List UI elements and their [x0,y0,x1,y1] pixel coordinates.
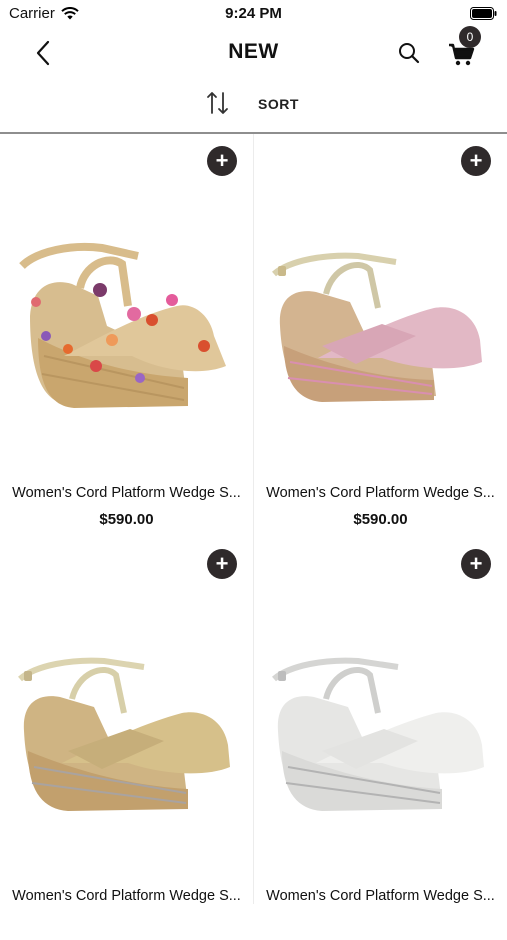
product-name[interactable]: Women's Cord Platform Wedge S... [262,888,499,904]
page-title: NEW [228,40,279,63]
product-image-gold-metallic-wedge[interactable] [12,599,242,817]
product-image-floral-wedge[interactable] [12,196,242,414]
add-to-cart-button[interactable]: + [461,549,491,579]
product-name[interactable]: Women's Cord Platform Wedge S... [8,888,245,904]
cart-count-badge: 0 [459,26,481,48]
add-to-cart-button[interactable]: + [207,549,237,579]
search-icon[interactable] [397,41,421,65]
battery-icon [470,7,497,20]
product-image-white-silver-wedge[interactable] [266,599,496,817]
product-name[interactable]: Women's Cord Platform Wedge S... [8,485,245,501]
product-image-pink-metallic-wedge[interactable] [266,196,496,414]
sort-label[interactable]: SORT [258,96,299,112]
product-card[interactable]: + Women's Cord Platform Wedge S... $590.… [254,134,507,537]
sort-bar[interactable]: SORT [0,78,507,134]
status-bar: Carrier 9:24 PM [0,0,507,28]
sort-arrows-icon[interactable] [205,90,231,116]
nav-bar: NEW 0 [0,26,507,78]
product-price: $590.00 [99,511,154,528]
product-price: $590.00 [353,511,408,528]
product-card[interactable]: + Women's Cord Platform Wedge S... [0,537,253,940]
product-name[interactable]: Women's Cord Platform Wedge S... [262,485,499,501]
product-card[interactable]: + Women's Cord Platform Wedge S... [254,537,507,940]
add-to-cart-button[interactable]: + [461,146,491,176]
add-to-cart-button[interactable]: + [207,146,237,176]
clock: 9:24 PM [225,5,282,22]
product-card[interactable]: + Women's Cord Platform Wedge S... $590.… [0,134,253,537]
